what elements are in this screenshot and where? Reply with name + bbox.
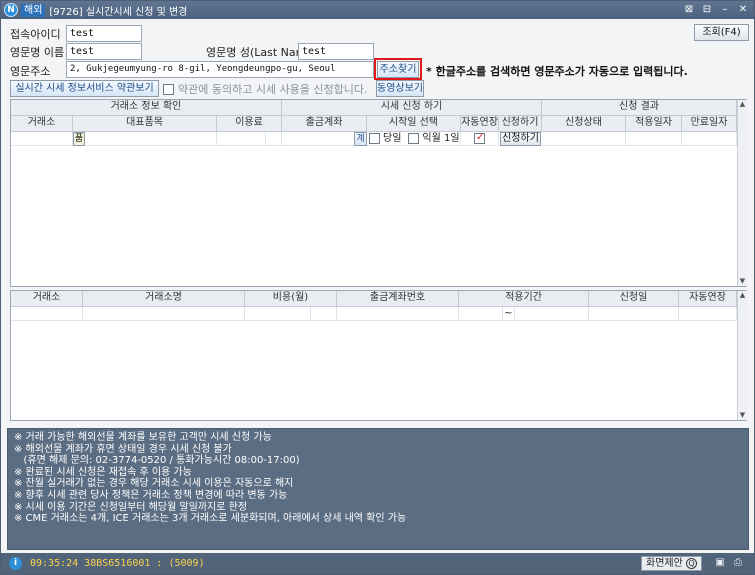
address-search-button[interactable]: 주소찾기 <box>377 61 419 78</box>
pin-icon[interactable]: ⊠ <box>682 3 696 16</box>
layout-icon[interactable]: ⊟ <box>700 3 714 16</box>
history-grid: 거래소 거래소명 비용(월) 출금계좌번호 적용기간 신청일 자동연장 ~ ▲ … <box>10 290 747 421</box>
scroll-up-icon[interactable]: ▲ <box>738 100 747 109</box>
col2-cost: 비용(월) <box>245 291 337 307</box>
notice-line: (휴면 해제 문의: 02-3774-0520 / 통화가능시간 08:00-1… <box>14 455 300 467</box>
notice-line: ※ 거래 가능한 해외선물 계좌를 보유한 고객만 시세 신청 가능 <box>14 432 272 443</box>
save-icon[interactable]: ▣ <box>714 557 726 569</box>
period-separator: ~ <box>503 307 515 321</box>
title-tag: 해외 <box>21 3 46 17</box>
notice-line: ※ 완료된 시세 신청은 재접속 후 이용 가능 <box>14 466 192 478</box>
address-note: * 한글주소를 검색하면 영문주소가 자동으로 입력됩니다. <box>426 65 688 78</box>
subscription-grid: 거래소 정보 확인 시세 신청 하기 신청 결과 거래소 대표품목 이용료 출금… <box>10 99 747 287</box>
scroll-down-icon[interactable]: ▼ <box>738 277 747 286</box>
agree-checkbox-row[interactable]: 약관에 동의하고 시세 사용을 신청합니다. <box>163 81 368 97</box>
login-id-label: 접속아이디 <box>10 28 61 41</box>
notice-line: ※ 시세 이용 기간은 신청일부터 해당월 말일까지로 한정 <box>14 501 248 513</box>
title-bar: N 해외 [9726] 실시간시세 신청 및 변경 ⊠ ⊟ – ✕ <box>1 1 754 19</box>
col-withdraw-account: 출금계좌 <box>282 116 367 132</box>
notice-line: ※ 향후 시세 관련 당사 정책은 거래소 정책 변경에 따라 변동 가능 <box>14 489 288 501</box>
col2-period: 적용기간 <box>459 291 589 307</box>
eng-address-label: 영문주소 <box>10 65 51 78</box>
start-today-checkbox[interactable] <box>369 133 380 144</box>
col2-apply-date: 신청일 <box>589 291 679 307</box>
scroll-down-icon[interactable]: ▼ <box>738 411 747 420</box>
agree-checkbox[interactable] <box>163 83 174 95</box>
start-today-label: 당일 <box>383 132 402 144</box>
account-lookup-button[interactable]: 계 <box>354 132 367 146</box>
agree-label: 약관에 동의하고 시세 사용을 신청합니다. <box>178 83 368 96</box>
eng-first-name-label: 영문명 이름 <box>10 46 65 59</box>
minimize-icon[interactable]: – <box>718 3 732 16</box>
start-next-month-label: 익월 1일 <box>422 132 460 144</box>
video-view-button[interactable]: 동영상보기 <box>376 80 424 97</box>
info-icon: i <box>9 557 22 570</box>
eng-first-name-field[interactable]: test <box>66 43 142 60</box>
grid1-scrollbar[interactable]: ▲ ▼ <box>737 100 747 286</box>
col-apply-date: 적용일자 <box>626 116 682 132</box>
item-lookup-button[interactable]: 품 <box>73 132 85 146</box>
main-window: N 해외 [9726] 실시간시세 신청 및 변경 ⊠ ⊟ – ✕ 접속아이디 … <box>0 0 755 575</box>
col2-account: 출금계좌번호 <box>337 291 459 307</box>
col2-exchange: 거래소 <box>11 291 83 307</box>
col-status: 신청상태 <box>542 116 626 132</box>
col-main-item: 대표품목 <box>73 116 217 132</box>
terms-view-button[interactable]: 실시간 시세 정보서비스 약관보기 <box>10 80 159 97</box>
window-title: [9726] 실시간시세 신청 및 변경 <box>49 6 188 18</box>
scroll-up-icon[interactable]: ▲ <box>738 291 747 300</box>
start-next-month-checkbox[interactable] <box>408 133 420 144</box>
login-id-field[interactable]: test <box>66 25 142 42</box>
eng-address-field[interactable]: 2, Gukjegeumyung-ro 8-gil, Yeongdeungpo-… <box>66 61 374 78</box>
col2-exchange-name: 거래소명 <box>83 291 245 307</box>
notice-line: ※ 해외선물 계좌가 휴면 상태일 경우 시세 신청 불가 <box>14 443 232 455</box>
col-start-date: 시작일 선택 <box>367 116 461 132</box>
auto-extend-checkbox[interactable] <box>474 131 485 145</box>
status-bar: i 09:35:24 38BS6516001 : (5009) 화면제안 Q ▣… <box>1 553 754 574</box>
group-header-apply: 시세 신청 하기 <box>282 100 542 116</box>
print-icon[interactable]: ⎙ <box>732 557 744 569</box>
app-logo-icon: N <box>4 3 18 17</box>
col-fee: 이용료 <box>217 116 282 132</box>
screen-proposal-button[interactable]: 화면제안 Q <box>641 556 702 571</box>
account-cell[interactable] <box>282 132 355 146</box>
col-exchange: 거래소 <box>11 116 73 132</box>
eng-last-name-field[interactable]: test <box>298 43 374 60</box>
status-message: 09:35:24 38BS6516001 : (5009) <box>30 558 205 569</box>
notice-line: ※ CME 거래소는 4개, ICE 거래소는 3개 거래소로 세분화되며, 아… <box>14 513 407 525</box>
grid2-scrollbar[interactable]: ▲ ▼ <box>737 291 747 420</box>
query-button[interactable]: 조회(F4) <box>694 24 749 41</box>
col-apply: 신청하기 <box>499 116 542 132</box>
proposal-badge-icon: Q <box>686 558 697 569</box>
col2-auto-extend: 자동연장 <box>679 291 737 307</box>
screen-proposal-label: 화면제안 <box>646 558 683 569</box>
group-header-result: 신청 결과 <box>542 100 737 116</box>
notice-line: ※ 잔월 실거래가 없는 경우 해당 거래소 시세 이용은 자동으로 해지 <box>14 478 294 490</box>
apply-button[interactable]: 신청하기 <box>500 132 541 146</box>
close-icon[interactable]: ✕ <box>736 3 750 16</box>
col-expire-date: 만료일자 <box>682 116 737 132</box>
group-header-exchange-info: 거래소 정보 확인 <box>11 100 282 116</box>
notice-panel: ※ 거래 가능한 해외선물 계좌를 보유한 고객만 시세 신청 가능 ※ 해외선… <box>7 428 749 550</box>
